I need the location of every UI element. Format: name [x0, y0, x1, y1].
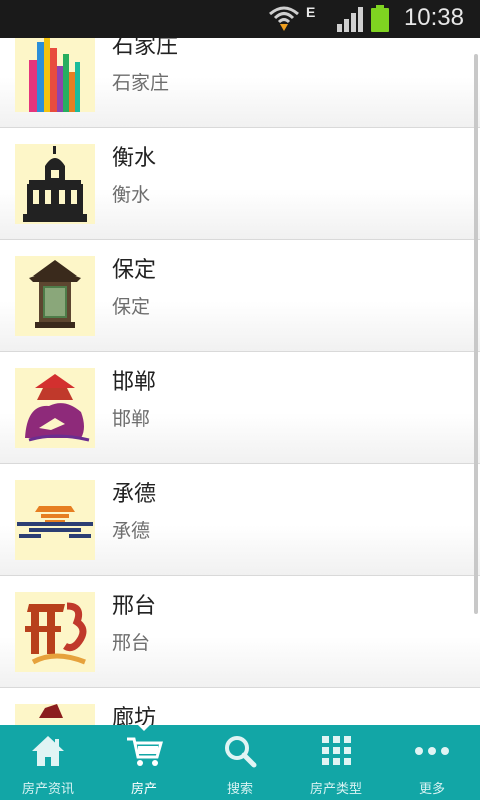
list-item[interactable]: 衡水 衡水	[0, 128, 480, 240]
city-name: 邢台	[112, 594, 157, 619]
tab-search[interactable]: 搜索	[192, 725, 288, 800]
city-name: 邯郸	[112, 370, 157, 395]
wifi-icon	[269, 6, 299, 31]
city-subtitle: 保定	[112, 296, 151, 318]
baoding-icon	[15, 256, 95, 336]
signal-icon	[337, 7, 363, 32]
list-item[interactable]: 保定 保定	[0, 240, 480, 352]
city-name: 保定	[112, 258, 157, 283]
list-item[interactable]: 邯郸 邯郸	[0, 352, 480, 464]
city-subtitle: 邯郸	[112, 408, 151, 430]
hengshui-icon	[15, 144, 95, 224]
city-subtitle: 衡水	[112, 184, 151, 206]
handan-icon	[15, 368, 95, 448]
city-subtitle: 承德	[112, 520, 151, 542]
city-name: 承德	[112, 482, 157, 507]
clock: 10:38	[403, 4, 464, 31]
tab-label: 房产	[130, 782, 157, 797]
tab-property-type[interactable]: 房产类型	[288, 725, 384, 800]
tab-label: 房产资讯	[21, 782, 74, 797]
house-icon	[32, 736, 64, 766]
grid-icon	[322, 736, 351, 765]
shijiazhuang-icon	[15, 38, 95, 112]
status-bar: E 10:38	[0, 0, 480, 38]
active-tab-indicator	[138, 725, 150, 731]
tab-property[interactable]: 房产	[96, 725, 192, 800]
scrollbar[interactable]	[474, 54, 478, 614]
city-name: 石家庄	[112, 38, 179, 59]
tab-more[interactable]: 更多	[384, 725, 480, 800]
network-type: E	[306, 4, 316, 20]
xingtai-icon	[15, 592, 95, 672]
tab-label: 更多	[418, 782, 445, 797]
list-item[interactable]: 石家庄 石家庄	[0, 38, 480, 128]
city-subtitle: 石家庄	[112, 72, 170, 94]
battery-icon	[371, 5, 389, 32]
langfang-icon	[15, 704, 95, 725]
list-item[interactable]: 承德 承德	[0, 464, 480, 576]
search-icon	[225, 736, 257, 768]
list-item[interactable]: 邢台 邢台	[0, 576, 480, 688]
bottom-tab-bar: 房产资讯 房产 搜索 房产类型 更多	[0, 725, 480, 800]
tab-label: 房产类型	[309, 782, 362, 797]
tab-label: 搜索	[226, 782, 253, 797]
tab-news[interactable]: 房产资讯	[0, 725, 96, 800]
more-dots-icon	[415, 747, 449, 755]
cart-icon	[127, 737, 163, 766]
chengde-icon	[15, 480, 95, 560]
city-subtitle: 邢台	[112, 632, 151, 654]
list-item[interactable]: 廊坊 廊坊	[0, 688, 480, 725]
city-name: 衡水	[112, 146, 157, 171]
city-list[interactable]: 石家庄 石家庄 衡水 衡水 保定 保定 邯郸 邯郸 承德 承德 邢台 邢台 廊坊	[0, 38, 480, 725]
city-name: 廊坊	[112, 706, 157, 725]
